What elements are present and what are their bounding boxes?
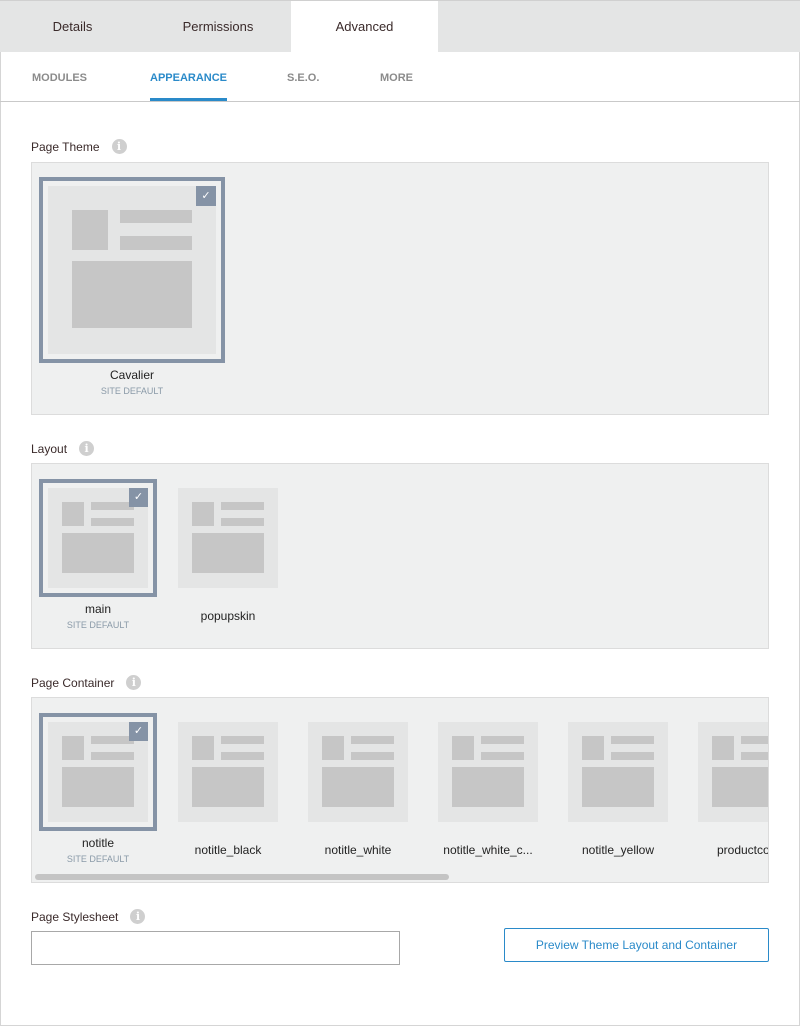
thumbnail-block xyxy=(71,260,193,329)
thumbnail-block xyxy=(62,502,84,526)
main-tabs: Details Permissions Advanced xyxy=(0,0,800,53)
tab-details[interactable]: Details xyxy=(0,1,145,53)
thumbnail-block xyxy=(192,502,214,526)
thumbnail-card[interactable]: ✓ xyxy=(39,479,157,597)
thumbnail-card[interactable] xyxy=(178,488,278,588)
thumbnail-block xyxy=(91,752,134,760)
thumbnail-block xyxy=(611,736,654,744)
subtab-appearance[interactable]: APPEARANCE xyxy=(150,52,228,101)
thumbnail-block xyxy=(62,766,134,807)
thumbnail-block xyxy=(322,736,344,760)
item-name: popupskin xyxy=(200,609,256,623)
thumbnail-block xyxy=(322,766,394,807)
thumbnail-block xyxy=(741,736,768,744)
item-name: notitle_black xyxy=(194,843,262,857)
site-default-badge: SITE DEFAULT xyxy=(100,386,164,396)
thumbnail-block xyxy=(712,766,768,807)
subtab-more[interactable]: MORE xyxy=(380,52,413,102)
horizontal-scrollbar[interactable] xyxy=(35,874,449,880)
thumbnail-block xyxy=(62,736,84,760)
label-text: Page Container xyxy=(31,675,115,690)
thumbnail-card[interactable]: ✓ xyxy=(39,713,157,831)
thumbnail-block xyxy=(71,209,109,250)
layout-label: Layout i xyxy=(31,441,95,456)
page-stylesheet-input[interactable] xyxy=(31,931,400,965)
thumbnail-card[interactable] xyxy=(438,722,538,822)
subtab-modules[interactable]: MODULES xyxy=(32,52,87,102)
thumbnail-card[interactable] xyxy=(568,722,668,822)
thumbnail-card[interactable] xyxy=(178,722,278,822)
page-theme-panel: ✓ Cavalier SITE DEFAULT xyxy=(31,162,769,415)
site-default-badge: SITE DEFAULT xyxy=(66,620,130,630)
tab-permissions[interactable]: Permissions xyxy=(145,1,291,53)
check-icon: ✓ xyxy=(196,186,216,206)
thumbnail-block xyxy=(120,209,193,223)
item-name: Cavalier xyxy=(109,368,154,382)
thumbnail-block xyxy=(582,766,654,807)
thumbnail-block xyxy=(611,752,654,760)
thumbnail-block xyxy=(221,502,264,510)
label-text: Layout xyxy=(31,441,68,456)
item-name: notitle_yellow xyxy=(581,843,655,857)
thumbnail-block xyxy=(91,518,134,526)
item-name: productcolu xyxy=(716,843,768,857)
layout-panel: ✓ main SITE DEFAULT popupskin xyxy=(31,463,769,649)
check-icon: ✓ xyxy=(129,488,148,507)
thumbnail-block xyxy=(452,766,524,807)
thumbnail-block xyxy=(712,736,734,760)
item-name: notitle_white xyxy=(324,843,392,857)
thumbnail-block xyxy=(481,752,524,760)
check-icon: ✓ xyxy=(129,722,148,741)
thumbnail-card[interactable] xyxy=(698,722,768,822)
thumbnail-card[interactable]: ✓ xyxy=(39,177,225,363)
page-stylesheet-label: Page Stylesheet i xyxy=(31,909,146,924)
subtab-seo[interactable]: S.E.O. xyxy=(287,52,319,102)
thumbnail-block xyxy=(741,752,768,760)
thumbnail-block xyxy=(192,766,264,807)
thumbnail-block xyxy=(192,532,264,573)
site-default-badge: SITE DEFAULT xyxy=(66,854,130,864)
thumbnail-block xyxy=(91,736,134,744)
thumbnail-block xyxy=(351,736,394,744)
thumbnail-block xyxy=(221,736,264,744)
info-icon[interactable]: i xyxy=(79,441,95,456)
thumbnail-block xyxy=(221,518,264,526)
thumbnail-block xyxy=(221,752,264,760)
thumbnail-block xyxy=(351,752,394,760)
item-name: notitle xyxy=(81,836,115,850)
info-icon[interactable]: i xyxy=(130,909,146,924)
thumbnail-block xyxy=(452,736,474,760)
item-name: notitle_white_c... xyxy=(443,843,533,857)
page-theme-label: Page Theme i xyxy=(31,139,127,154)
thumbnail-block xyxy=(481,736,524,744)
thumbnail-block xyxy=(91,502,134,510)
thumbnail-block xyxy=(582,736,604,760)
preview-theme-button[interactable]: Preview Theme Layout and Container xyxy=(504,928,769,962)
tab-advanced[interactable]: Advanced xyxy=(291,1,438,53)
item-name: main xyxy=(84,602,111,616)
info-icon[interactable]: i xyxy=(111,139,127,154)
sub-tabs: MODULES APPEARANCE S.E.O. MORE xyxy=(0,52,800,102)
label-text: Page Stylesheet xyxy=(31,909,119,924)
page-container-label: Page Container i xyxy=(31,675,142,690)
thumbnail-block xyxy=(120,236,193,250)
label-text: Page Theme xyxy=(31,139,100,154)
info-icon[interactable]: i xyxy=(126,675,142,690)
thumbnail-block xyxy=(192,736,214,760)
page-container-panel: ✓ notitle SITE DEFAULT notitle_black notitle… xyxy=(31,697,769,883)
thumbnail-card[interactable] xyxy=(308,722,408,822)
thumbnail-block xyxy=(62,532,134,573)
